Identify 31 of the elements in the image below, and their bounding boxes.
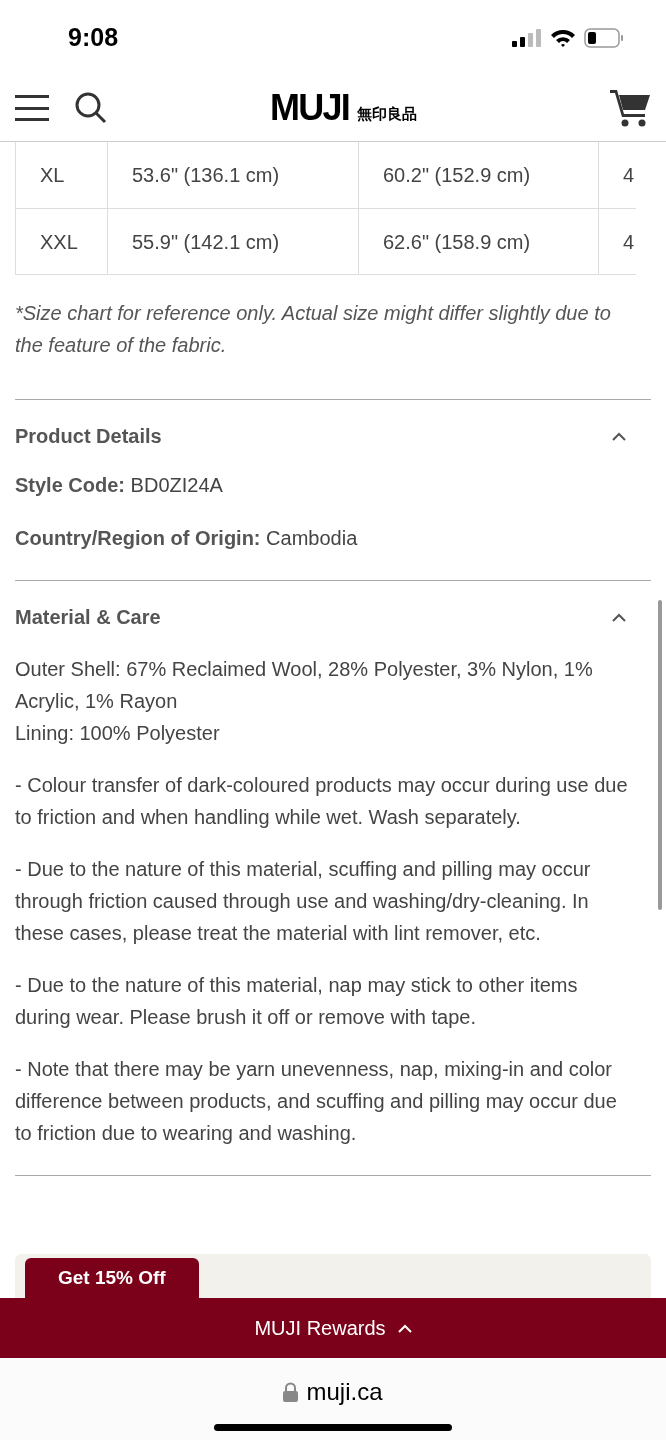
table-cell: 4 <box>598 142 636 208</box>
table-cell: XL <box>15 142 107 208</box>
signal-icon <box>512 28 542 47</box>
table-cell: XXL <box>15 209 107 274</box>
rewards-bar[interactable]: MUJI Rewards <box>0 1298 666 1358</box>
search-icon[interactable] <box>74 91 108 125</box>
battery-icon <box>584 27 624 48</box>
lock-icon <box>283 1382 299 1402</box>
care-paragraph: - Note that there may be yarn unevenness, nap, mixing-in and color difference between products, and scuffing and pilling may occur due to friction due to wearing and washing. <box>15 1057 618 1146</box>
wifi-icon <box>550 27 576 48</box>
logo-subtitle: 無印良品 <box>356 106 417 121</box>
section-header[interactable]: Material & Care <box>15 581 651 653</box>
menu-button[interactable] <box>15 95 49 121</box>
care-paragraph: Outer Shell: 67% Reclaimed Wool, 28% Polyester, 3% Nylon, 1% Acrylic, 1% Rayon Lining: 100% Polyester <box>15 657 594 746</box>
care-paragraph: - Due to the nature of this material, scuffing and pilling may occur through friction caused through use and washing/dry-cleaning. In these cases, please treat the material with lint remover, etc. <box>15 857 592 946</box>
care-paragraph: - Due to the nature of this material, nap may stick to other items during wear. Please brush it off or remove with tape. <box>15 973 579 1030</box>
detail-line: Country/Region of Origin: Cambodia <box>15 526 359 551</box>
cart-icon[interactable] <box>609 88 651 128</box>
status-time: 9:08 <box>68 21 119 53</box>
table-cell: 4 <box>598 209 636 274</box>
table-cell: 55.9" (142.1 cm) <box>107 209 358 274</box>
detail-line: Style Code: BD0ZI24A <box>15 473 224 498</box>
section-header[interactable]: Product Details <box>15 400 651 472</box>
promo-tab[interactable]: Get 15% Off <box>25 1258 199 1298</box>
url-field[interactable]: muji.ca <box>283 1374 383 1410</box>
table-cell: 60.2" (152.9 cm) <box>358 142 598 208</box>
size-note: *Size chart for reference only. Actual size might differ slightly due to the feature of the fabric. <box>15 301 612 358</box>
table-cell: 53.6" (136.1 cm) <box>107 142 358 208</box>
table-cell: 62.6" (158.9 cm) <box>358 209 598 274</box>
logo[interactable]: MUJI <box>270 90 349 126</box>
care-paragraph: - Colour transfer of dark-coloured products may occur during use due to friction and when handling while wet. Wash separately. <box>15 773 629 830</box>
